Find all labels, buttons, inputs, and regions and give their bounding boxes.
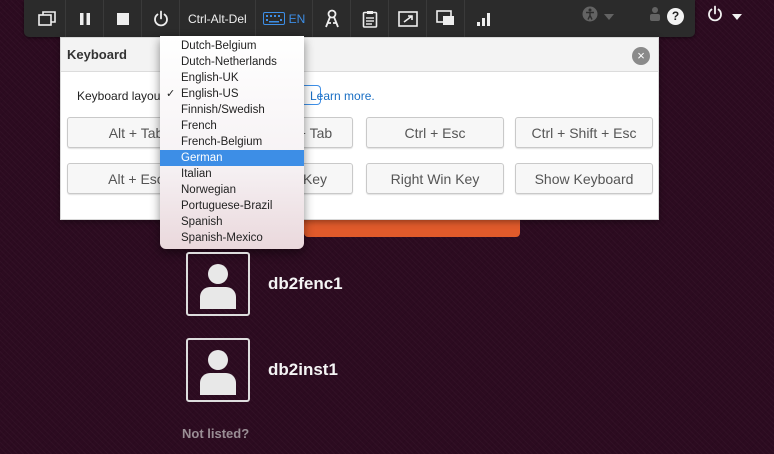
- language-option[interactable]: French: [160, 118, 304, 134]
- user-silhouette-icon: [188, 261, 248, 309]
- language-option[interactable]: Italian: [160, 166, 304, 182]
- signal-bars-icon[interactable]: [465, 0, 503, 37]
- language-option-label: German: [181, 152, 223, 164]
- help-icon: ?: [667, 7, 684, 25]
- keyboard-language-label: EN: [288, 11, 306, 26]
- language-option[interactable]: ✓ English-US: [160, 86, 304, 102]
- screens-icon[interactable]: [427, 0, 466, 37]
- network-icon: [648, 6, 662, 27]
- language-option-label: Dutch-Belgium: [181, 40, 257, 52]
- resize-icon[interactable]: [389, 0, 428, 37]
- right-win-key-button[interactable]: Right Win Key: [366, 163, 504, 194]
- language-option-label: Spanish-Mexico: [181, 232, 263, 244]
- keyboard-panel-header: Keyboard: [61, 38, 658, 72]
- stop-icon[interactable]: [104, 0, 142, 37]
- user-name[interactable]: db2inst1: [268, 360, 338, 380]
- keyboard-layout-label: Keyboard layou: [77, 89, 161, 103]
- language-option-label: French: [181, 120, 217, 132]
- language-option[interactable]: English-UK: [160, 70, 304, 86]
- network-menu[interactable]: [648, 0, 662, 32]
- learn-more-link[interactable]: Learn more.: [310, 89, 375, 103]
- system-power-menu[interactable]: [706, 0, 742, 32]
- ctrl-esc-button[interactable]: Ctrl + Esc: [366, 117, 504, 148]
- language-option-label: Portuguese-Brazil: [181, 200, 273, 212]
- user-avatar[interactable]: [186, 338, 250, 402]
- language-option[interactable]: Spanish: [160, 214, 304, 230]
- toggle-windows-icon[interactable]: [28, 0, 66, 37]
- user-name[interactable]: db2fenc1: [268, 274, 343, 294]
- language-option[interactable]: Dutch-Netherlands: [160, 54, 304, 70]
- keyboard-language-dropdown: Dutch-Belgium Dutch-Netherlands English-UK…: [160, 36, 304, 249]
- language-option-label: French-Belgium: [181, 136, 263, 148]
- chevron-down-icon: [732, 7, 742, 25]
- language-option-label: Finnish/Swedish: [181, 104, 265, 116]
- usb-key-icon[interactable]: [313, 0, 352, 37]
- keyboard-panel-title: Keyboard: [67, 47, 127, 62]
- language-option[interactable]: Norwegian: [160, 182, 304, 198]
- language-option-label: English-US: [181, 88, 239, 100]
- language-option[interactable]: Finnish/Swedish: [160, 102, 304, 118]
- clipboard-icon[interactable]: [351, 0, 390, 37]
- language-option-label: Norwegian: [181, 184, 236, 196]
- language-option-label: Spanish: [181, 216, 223, 228]
- ctrl-shift-esc-button[interactable]: Ctrl + Shift + Esc: [515, 117, 653, 148]
- user-silhouette-icon: [188, 347, 248, 395]
- language-option-label: Dutch-Netherlands: [181, 56, 277, 68]
- language-option[interactable]: German: [160, 150, 304, 166]
- chevron-down-icon: [604, 7, 614, 25]
- user-avatar[interactable]: [186, 252, 250, 316]
- power-icon: [706, 5, 724, 28]
- language-option-label: Italian: [181, 168, 212, 180]
- language-option[interactable]: Dutch-Belgium: [160, 38, 304, 54]
- language-option[interactable]: Spanish-Mexico: [160, 230, 304, 246]
- accessibility-menu[interactable]: [582, 0, 614, 32]
- language-option-label: English-UK: [181, 72, 239, 84]
- not-listed-link[interactable]: Not listed?: [182, 426, 249, 441]
- power-icon[interactable]: [142, 0, 180, 37]
- accessibility-icon: [582, 6, 598, 27]
- close-icon[interactable]: ×: [632, 47, 650, 65]
- language-option[interactable]: French-Belgium: [160, 134, 304, 150]
- login-banner: [304, 220, 520, 237]
- help-button[interactable]: ?: [667, 0, 684, 32]
- ctrl-alt-del-button[interactable]: Ctrl-Alt-Del: [180, 0, 256, 37]
- checkmark-icon: ✓: [166, 88, 176, 100]
- keyboard-icon: [262, 12, 285, 25]
- show-keyboard-button[interactable]: Show Keyboard: [515, 163, 653, 194]
- language-option[interactable]: Portuguese-Brazil: [160, 198, 304, 214]
- keyboard-panel: Keyboard × Keyboard layou Learn more. Al…: [60, 37, 659, 220]
- keyboard-language-button[interactable]: EN: [256, 0, 314, 37]
- pause-icon[interactable]: [66, 0, 104, 37]
